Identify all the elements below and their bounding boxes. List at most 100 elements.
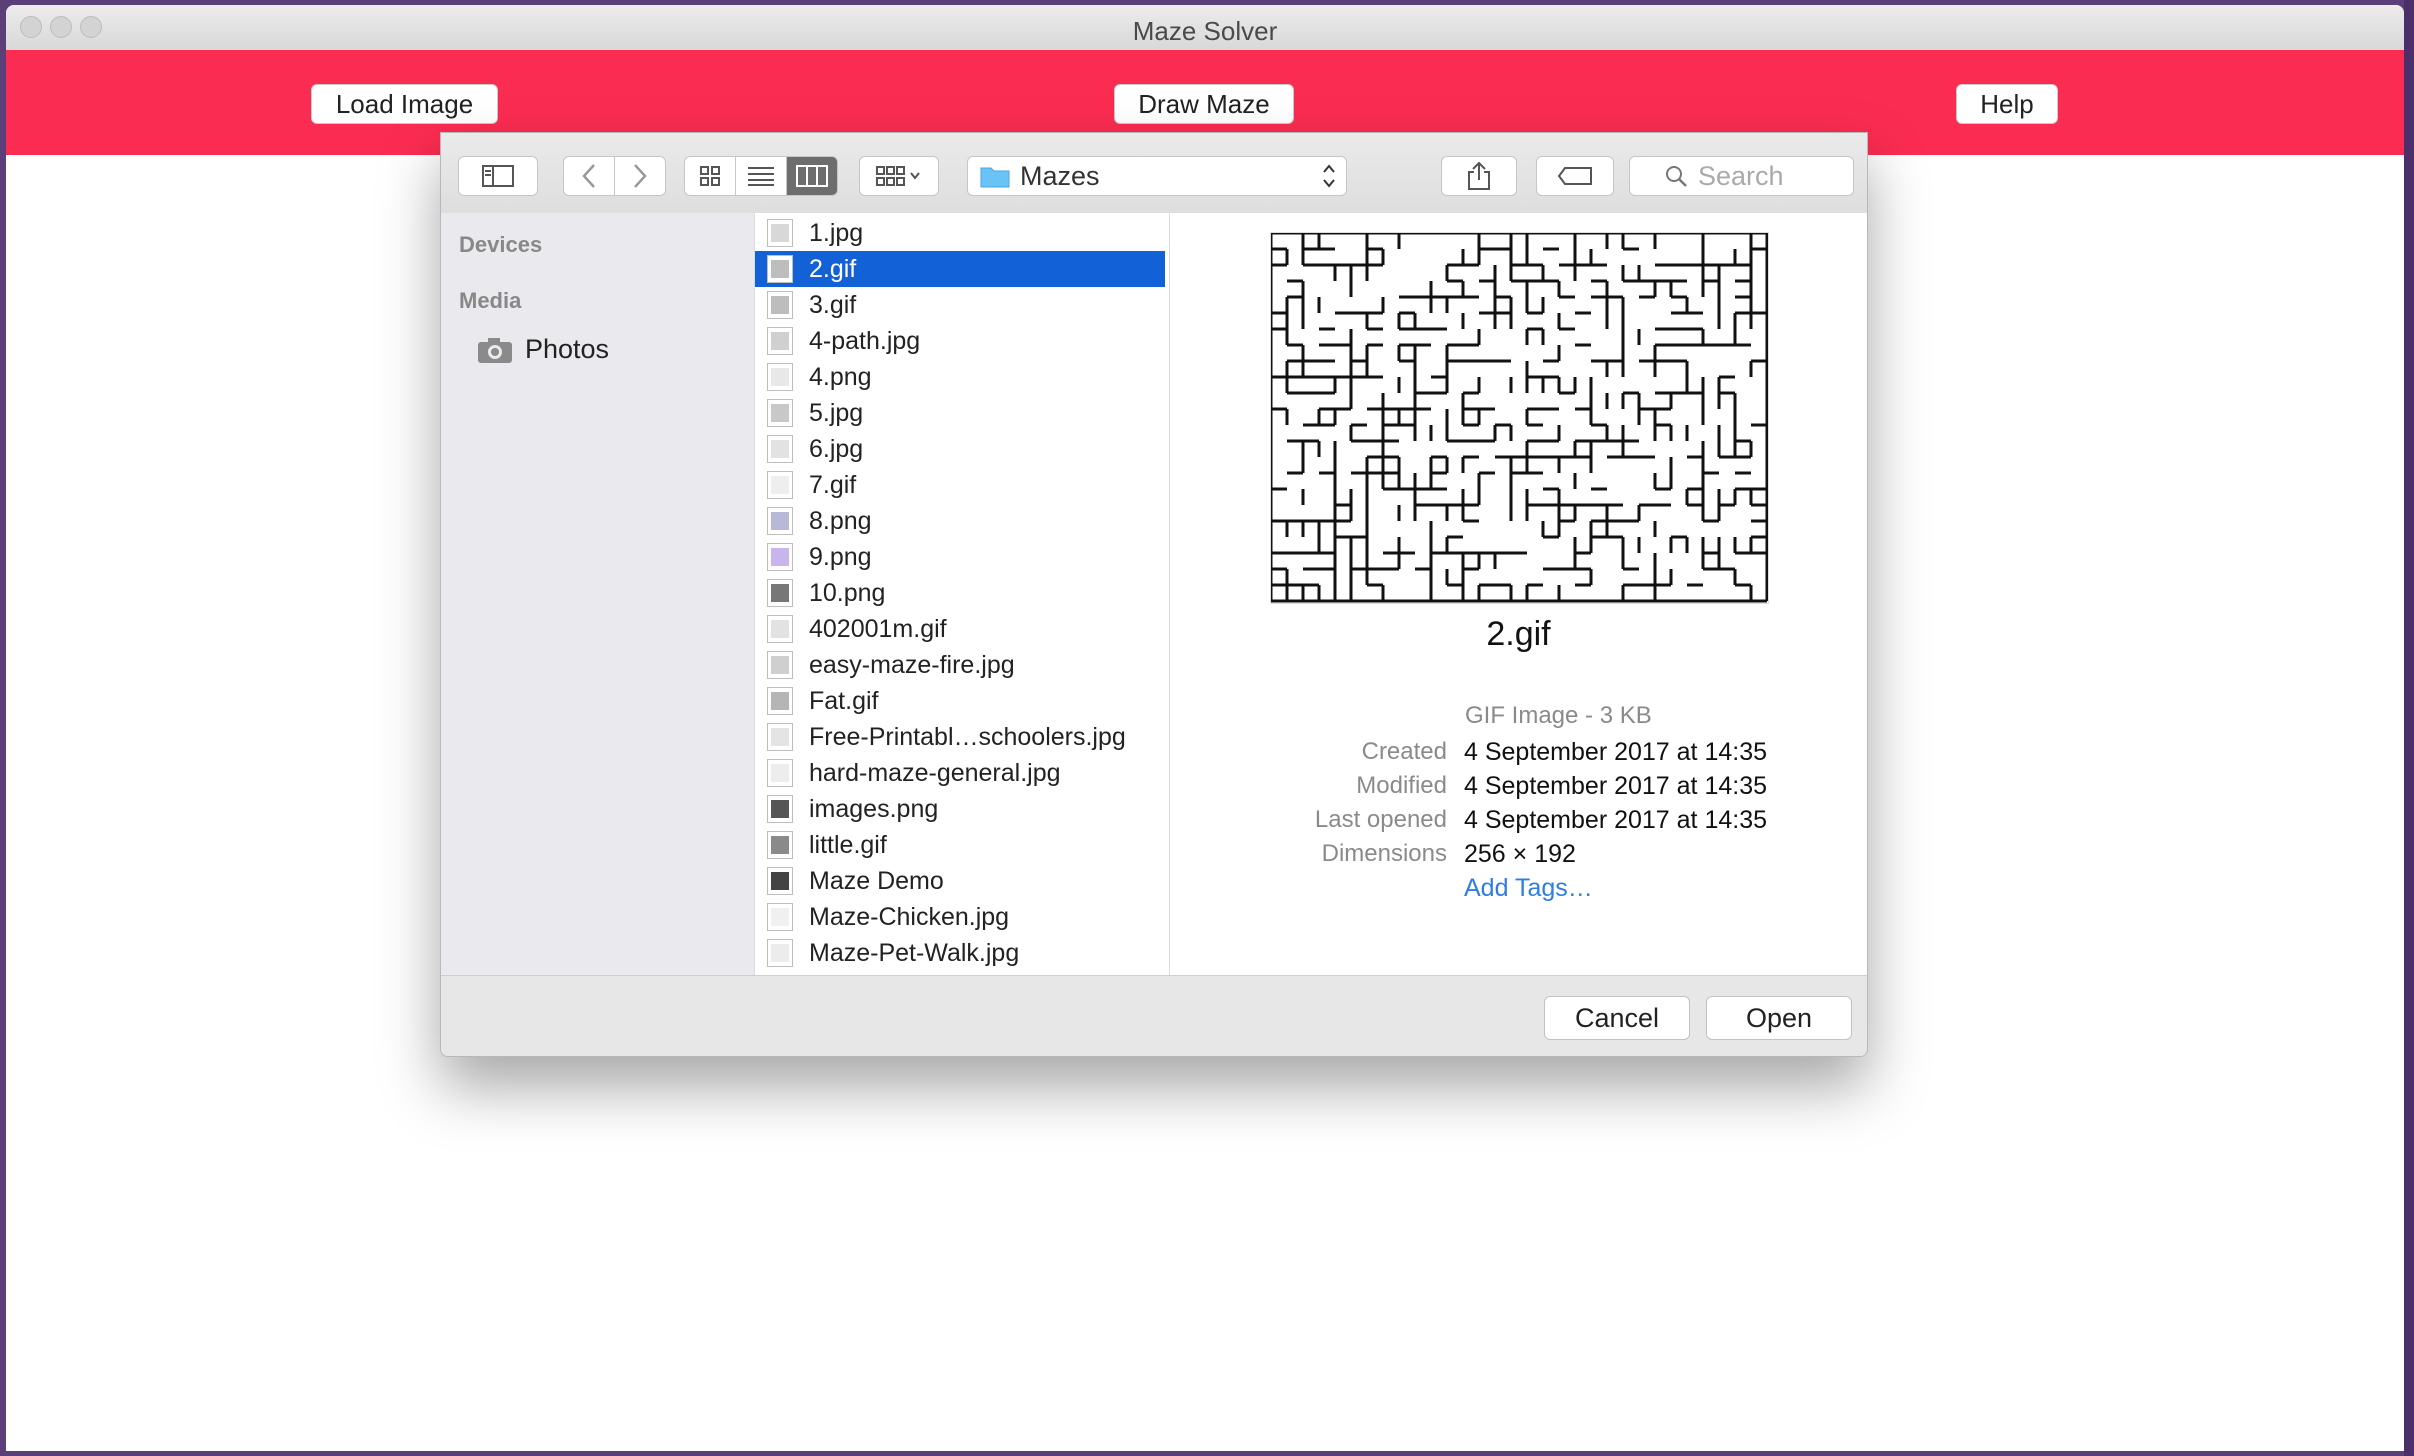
file-name: 9.png [809,542,872,571]
file-row[interactable]: Fat.gif [755,683,1165,719]
share-button[interactable] [1441,156,1517,196]
folder-icon [980,167,1010,188]
file-row[interactable]: 8.png [755,503,1165,539]
created-label: Created [1361,738,1447,765]
preview-kind: GIF Image - 3 KB [1465,702,1652,729]
file-thumbnail-icon [767,579,793,607]
draw-maze-button[interactable]: Draw Maze [1114,84,1294,124]
file-name: 402001m.gif [809,614,947,643]
file-row[interactable]: 2.gif [755,251,1165,287]
file-row[interactable]: easy-maze-fire.jpg [755,647,1165,683]
column-view-button[interactable] [786,156,838,196]
file-name: Free-Printabl…schoolers.jpg [809,722,1126,751]
search-field[interactable]: Search [1629,156,1854,196]
location-label: Mazes [1020,160,1100,191]
open-button[interactable]: Open [1706,996,1852,1040]
load-image-button[interactable]: Load Image [311,84,498,124]
file-thumbnail-icon [767,327,793,355]
file-row[interactable]: hard-maze-general.jpg [755,755,1165,791]
back-button[interactable] [563,156,615,196]
file-row[interactable]: little.gif [755,827,1165,863]
search-placeholder: Search [1698,160,1784,191]
file-name: Maze-Chicken.jpg [809,902,1010,931]
created-value: 4 September 2017 at 14:35 [1464,738,1768,766]
list-icon [748,167,774,186]
file-thumbnail-icon [767,759,793,787]
tags-button[interactable] [1536,156,1614,196]
file-row[interactable]: 402001m.gif [755,611,1165,647]
file-thumbnail-icon [767,615,793,643]
tag-icon [1557,167,1592,185]
sidebar-toggle-button[interactable] [458,156,538,196]
last-opened-value: 4 September 2017 at 14:35 [1464,806,1768,834]
cancel-button[interactable]: Cancel [1544,996,1690,1040]
icon-view-button[interactable] [684,156,736,196]
last-opened-label: Last opened [1314,806,1447,833]
file-row[interactable]: 4.png [755,359,1165,395]
file-name: 3.gif [809,290,857,319]
file-thumbnail-icon [767,831,793,859]
file-name: 7.gif [809,470,857,499]
camera-icon [478,337,512,363]
file-row[interactable]: 7.gif [755,467,1165,503]
file-row[interactable]: 9.png [755,539,1165,575]
file-thumbnail-icon [767,507,793,535]
file-row[interactable]: 5.jpg [755,395,1165,431]
file-thumbnail-icon [767,903,793,931]
file-row[interactable]: Maze Demo [755,863,1165,899]
add-tags-link[interactable]: Add Tags… [1464,874,1593,903]
file-name: images.png [809,794,939,823]
file-thumbnail-icon [767,471,793,499]
file-row[interactable]: Free-Printabl…schoolers.jpg [755,719,1165,755]
grid-icon [700,166,720,186]
file-name: 8.png [809,506,872,535]
file-row[interactable]: images.png [755,791,1165,827]
chevron-right-icon [634,164,647,188]
file-row[interactable]: Maze-Chicken.jpg [755,899,1165,935]
search-icon [1666,166,1687,187]
file-thumbnail-icon [767,867,793,895]
dimensions-value: 256 × 192 [1464,840,1576,868]
sidebar-heading-devices[interactable]: Devices [459,232,542,258]
help-button[interactable]: Help [1956,84,2058,124]
file-name: 6.jpg [809,434,864,463]
file-thumbnail-icon [767,255,793,283]
file-list: 1.jpg 2.gif 3.gif 4-path.jpg 4.png 5.jpg 6.jpg… [755,213,1170,975]
group-by-button[interactable] [859,156,939,196]
maze-thumbnail [1270,232,1769,604]
modified-label: Modified [1356,772,1447,799]
preview-filename: 2.gif [1486,615,1551,653]
sidebar-item-photos[interactable]: Photos [477,334,609,365]
sidebar-heading-media[interactable]: Media [459,288,521,314]
file-thumbnail-icon [767,651,793,679]
file-row[interactable]: 1.jpg [755,215,1165,251]
file-name: 4.png [809,362,872,391]
file-thumbnail-icon [767,435,793,463]
file-row[interactable]: 3.gif [755,287,1165,323]
forward-button[interactable] [614,156,666,196]
modified-value: 4 September 2017 at 14:35 [1464,772,1768,800]
file-name: 2.gif [809,254,857,283]
preview-pane: 2.gif GIF Image - 3 KB Created 4 Septemb… [1170,213,1867,975]
file-name: Maze-Pet-Walk.jpg [809,938,1020,967]
file-thumbnail-icon [767,795,793,823]
popup-arrows-icon [1323,164,1335,188]
file-thumbnail-icon [767,219,793,247]
list-view-button[interactable] [735,156,787,196]
share-icon [1468,161,1490,190]
file-thumbnail-icon [767,723,793,751]
title-bar: Maze Solver [6,5,2404,51]
file-row[interactable]: 10.png [755,575,1165,611]
location-popup[interactable]: Mazes [967,156,1347,196]
file-row[interactable]: 6.jpg [755,431,1165,467]
file-row[interactable]: 4-path.jpg [755,323,1165,359]
desktop-background [2404,0,2414,1456]
columns-icon [796,165,828,187]
group-icon [876,166,920,186]
file-name: 1.jpg [809,218,864,247]
sidebar-item-label: Photos [525,334,610,364]
file-row[interactable]: Maze-Pet-Walk.jpg [755,935,1165,971]
file-name: little.gif [809,830,887,859]
file-thumbnail-icon [767,399,793,427]
sidebar-icon [482,165,514,187]
